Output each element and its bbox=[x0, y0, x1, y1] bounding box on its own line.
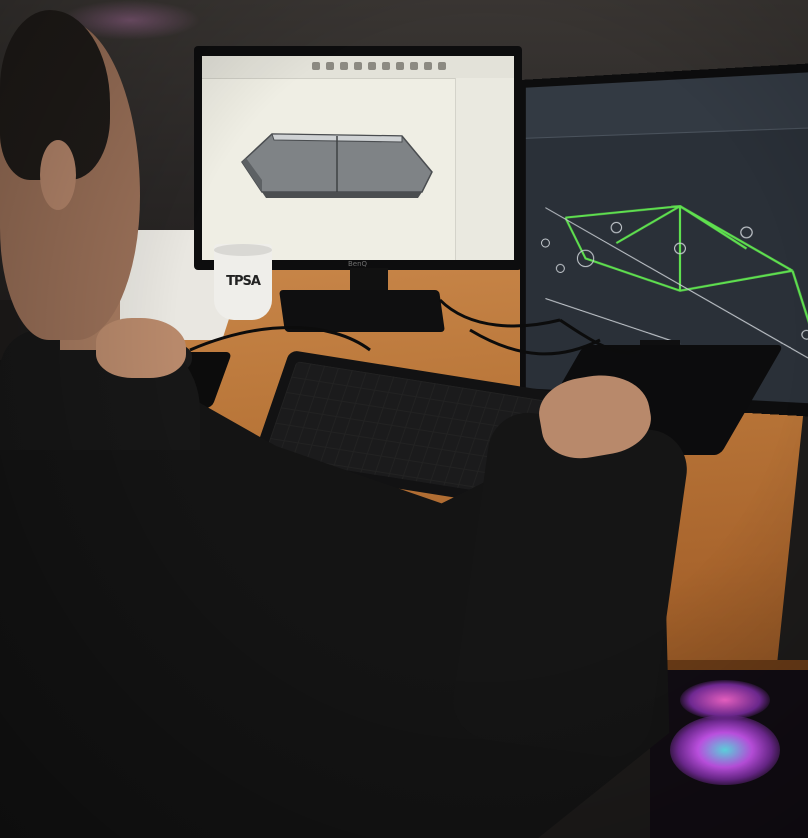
office-desk-photo: BenQ TPSA bbox=[0, 0, 808, 838]
person-left-hand bbox=[96, 318, 186, 378]
person-ear bbox=[40, 140, 76, 210]
